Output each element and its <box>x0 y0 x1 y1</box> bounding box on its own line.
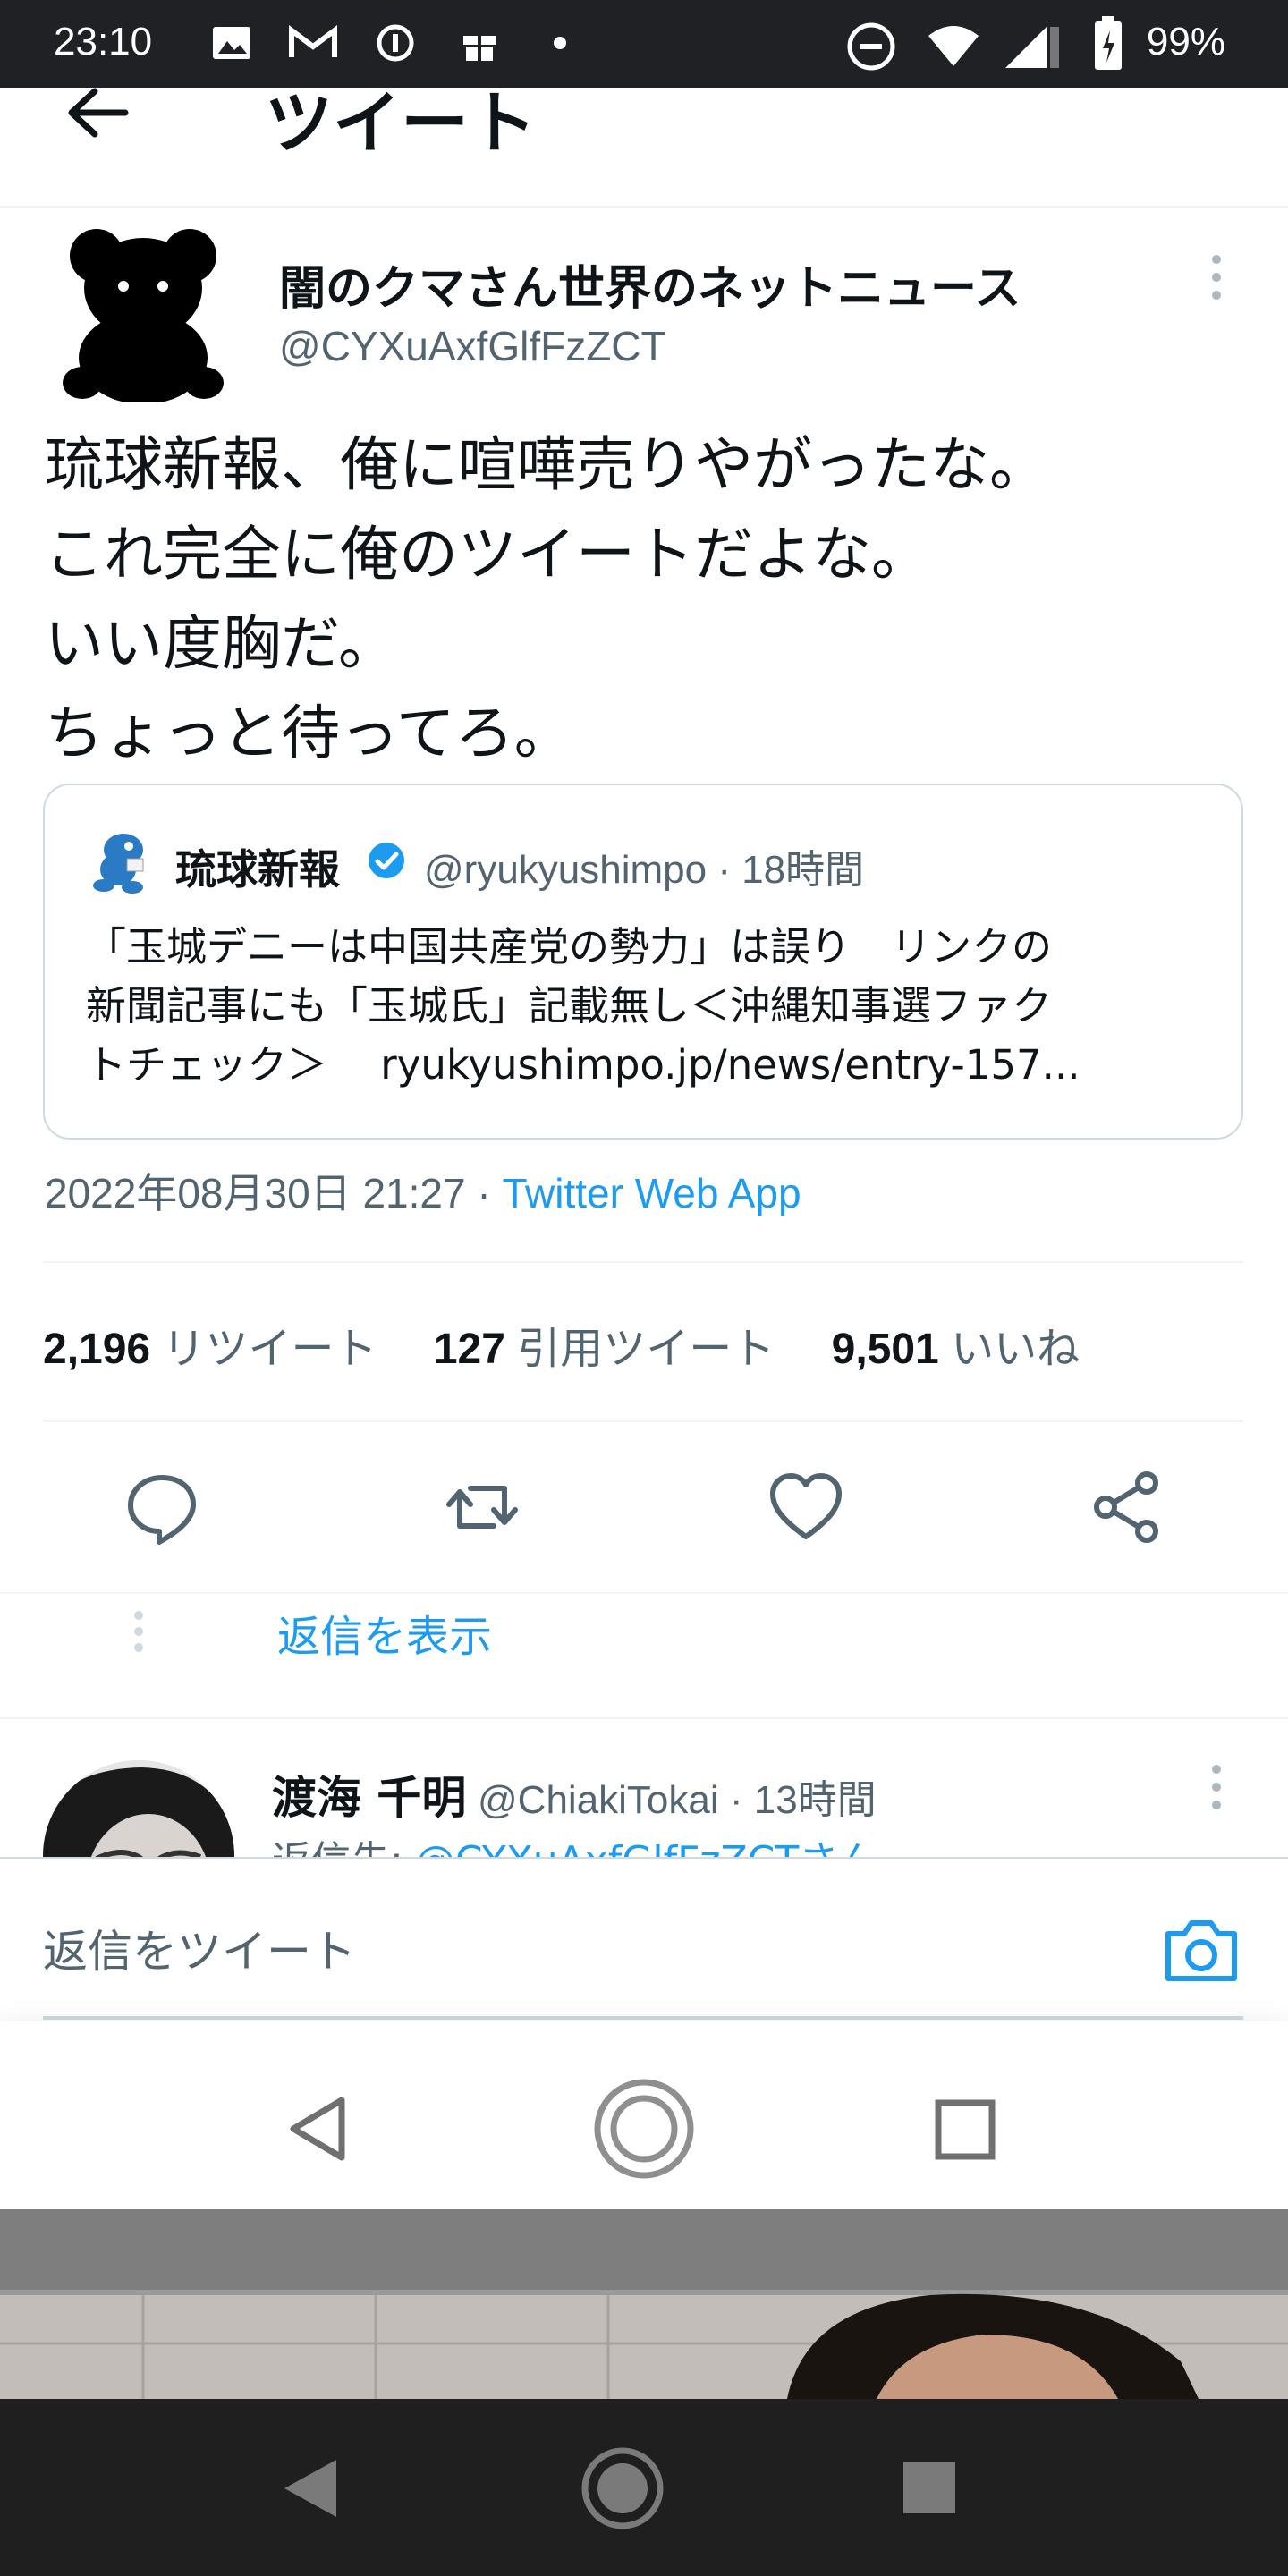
compose-underline <box>43 2016 1243 2020</box>
notification-dot-icon <box>554 37 566 49</box>
back-triangle-icon[interactable] <box>286 2095 349 2163</box>
camera-icon[interactable] <box>1163 1914 1240 1986</box>
device-home-icon[interactable] <box>580 2445 665 2531</box>
divider <box>43 1261 1243 1263</box>
device-navigation-bar <box>0 2399 1288 2576</box>
inner-navigation-bar <box>0 2021 1288 2209</box>
reply-time: · 13時間 <box>718 1778 877 1822</box>
quoted-author-handle: @ryukyushimpo <box>424 848 708 892</box>
reply-to-prefix: 返信先: <box>272 1838 416 1857</box>
like-heart-icon[interactable] <box>766 1467 846 1547</box>
share-icon[interactable] <box>1088 1467 1168 1547</box>
like-label[interactable]: いいね <box>951 1326 1080 1373</box>
signal-icon <box>1005 27 1059 68</box>
quote-label[interactable]: 引用ツイート <box>517 1326 775 1373</box>
battery-percentage: 99% <box>1146 20 1225 64</box>
device-recents-icon[interactable] <box>902 2460 957 2515</box>
page-title: ツイート <box>265 83 537 163</box>
back-arrow-icon[interactable] <box>63 86 134 140</box>
battery-icon <box>1095 16 1122 70</box>
gallery-icon <box>213 27 250 59</box>
retweet-icon[interactable] <box>442 1467 522 1547</box>
thread-dots-icon <box>134 1611 143 1652</box>
retweet-count[interactable]: 2,196 <box>43 1326 150 1373</box>
tweet-meta: 2022年08月30日 21:27 · Twitter Web App <box>45 1161 801 1220</box>
home-circle-icon[interactable] <box>592 2077 696 2181</box>
info-circle-icon <box>377 24 414 62</box>
show-replies-link[interactable]: 返信を表示 <box>277 1601 492 1664</box>
reply-to-mention[interactable]: @CYXuAxfGlfFzZCTさん <box>416 1838 877 1857</box>
more-options-icon[interactable] <box>1208 252 1225 302</box>
reply-icon[interactable] <box>122 1467 202 1547</box>
quoted-tweet-card[interactable]: 琉球新報 @ryukyushimpo · 18時間 「玉城デニーは中国共産党の勢… <box>43 784 1243 1140</box>
tweet-timestamp: 2022年08月30日 21:27 <box>45 1170 466 1216</box>
quote-count[interactable]: 127 <box>434 1326 505 1373</box>
verified-badge-icon <box>369 843 404 878</box>
gmail-icon <box>289 25 337 57</box>
divider <box>0 1592 1288 1594</box>
gift-icon <box>463 36 496 61</box>
recents-square-icon[interactable] <box>934 2098 996 2161</box>
bear-avatar[interactable] <box>63 224 224 402</box>
quoted-author-handle-time: @ryukyushimpo · 18時間 <box>424 837 864 894</box>
background-photo <box>0 2209 1288 2399</box>
reply-to-line: 返信先: @CYXuAxfGlfFzZCTさん <box>272 1828 877 1857</box>
ryukyushimpo-mascot-avatar <box>93 834 144 894</box>
meta-separator: · <box>465 1170 503 1216</box>
retweet-label[interactable]: リツイート <box>162 1326 377 1373</box>
reply-more-options-icon[interactable] <box>1208 1762 1225 1812</box>
reply-author-name[interactable]: 渡海 千明 <box>272 1762 466 1826</box>
quoted-tweet-text: 「玉城デニーは中国共産党の勢力」は誤り リンクの 新聞記事にも「玉城氏」記載無し… <box>86 923 1080 1089</box>
device-back-icon[interactable] <box>279 2456 342 2521</box>
status-time: 23:10 <box>54 20 153 64</box>
reply-input-placeholder[interactable]: 返信をツイート <box>43 1916 356 1980</box>
tweet-text: 琉球新報、俺に喧嘩売りやがったな。 これ完全に俺のツイートだよな。 いい度胸だ。… <box>45 430 1048 767</box>
wifi-icon <box>928 26 979 66</box>
like-count[interactable]: 9,501 <box>832 1326 939 1373</box>
background-photo-graphic <box>0 2209 1288 2399</box>
tweet-stats: 2,196 リツイート 127 引用ツイート 9,501 いいね <box>43 1313 1124 1376</box>
quoted-time: · 18時間 <box>707 848 865 892</box>
quoted-author-name: 琉球新報 <box>175 845 340 894</box>
reply-compose-bar[interactable]: 返信をツイート <box>0 1857 1288 2020</box>
status-bar: 23:10 99% <box>0 0 1288 88</box>
app-header: ツイート <box>0 83 1288 208</box>
author-handle[interactable]: @CYXuAxfGlfFzZCT <box>279 322 666 370</box>
do-not-disturb-icon <box>847 22 895 71</box>
author-display-name[interactable]: 闇のクマさん世界のネットニュース <box>279 250 1021 318</box>
reply-author-handle[interactable]: @ChiakiTokai <box>478 1778 719 1822</box>
reply-author-handle-time: @ChiakiTokai · 13時間 <box>478 1767 877 1825</box>
source-app-link[interactable]: Twitter Web App <box>502 1170 801 1216</box>
divider <box>0 1717 1288 1719</box>
divider <box>43 1420 1243 1422</box>
